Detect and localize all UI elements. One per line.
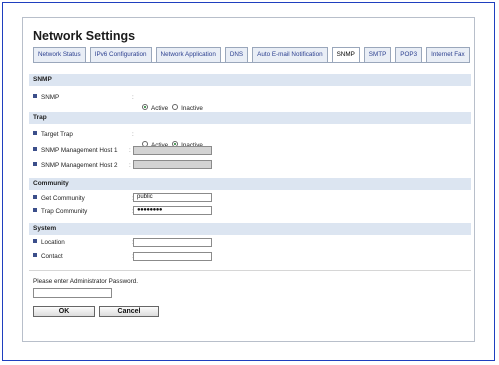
contact-row: Contact : — [33, 251, 134, 262]
password-prompt: Please enter Administrator Password. — [33, 278, 138, 285]
bullet-icon — [33, 94, 37, 99]
snmp-management-host-1-input[interactable] — [133, 146, 212, 155]
host2-label: SNMP Management Host 2 — [41, 162, 118, 169]
tab-smtp[interactable]: SMTP — [363, 47, 392, 63]
section-header-snmp: SNMP — [29, 74, 471, 86]
section-header-system: System — [29, 223, 471, 235]
location-row: Location : — [33, 237, 134, 248]
tab-ipv6-configuration[interactable]: IPv6 Configuration — [89, 47, 152, 63]
cancel-button[interactable]: Cancel — [99, 306, 159, 317]
page-title: Network Settings — [33, 29, 136, 43]
host1-colon: : — [129, 147, 131, 154]
tab-snmp[interactable]: SNMP — [331, 47, 360, 63]
tab-bar: Network Status IPv6 Configuration Networ… — [33, 47, 470, 63]
host2-row: SNMP Management Host 2 : — [33, 160, 131, 171]
section-header-community: Community — [29, 178, 471, 190]
snmp-management-host-2-input[interactable] — [133, 160, 212, 169]
get-community-row: Get Community : — [33, 193, 134, 204]
tab-internet-fax[interactable]: Internet Fax — [426, 47, 470, 63]
snmp-active-label: Active — [151, 105, 169, 112]
contact-label: Contact — [41, 253, 63, 260]
section-header-trap: Trap — [29, 112, 471, 124]
snmp-colon: : — [132, 94, 134, 101]
host2-colon: : — [129, 162, 131, 169]
admin-password-input[interactable] — [33, 288, 112, 298]
tab-underline — [33, 62, 467, 63]
bullet-icon — [33, 239, 37, 244]
target-trap-colon: : — [132, 131, 134, 138]
radio-unselected-icon[interactable] — [172, 104, 179, 111]
divider — [29, 270, 471, 271]
trap-community-label: Trap Community — [41, 208, 88, 215]
location-input[interactable] — [133, 238, 212, 247]
tab-pop3[interactable]: POP3 — [395, 47, 423, 63]
contact-input[interactable] — [133, 252, 212, 261]
host1-label: SNMP Management Host 1 — [41, 147, 118, 154]
radio-selected-icon[interactable] — [142, 104, 148, 111]
tab-network-application[interactable]: Network Application — [155, 47, 221, 63]
get-community-input[interactable]: public — [133, 193, 212, 202]
bullet-icon — [33, 253, 37, 258]
snmp-inactive-label: Inactive — [181, 105, 203, 112]
tab-network-status[interactable]: Network Status — [33, 47, 86, 63]
bullet-icon — [33, 208, 37, 213]
bullet-icon — [33, 131, 37, 136]
trap-community-input[interactable]: ●●●●●●●● — [133, 206, 212, 215]
ok-button[interactable]: OK — [33, 306, 95, 317]
tab-dns[interactable]: DNS — [224, 47, 249, 63]
trap-community-row: Trap Community : — [33, 206, 134, 217]
location-label: Location — [41, 239, 65, 246]
bullet-icon — [33, 162, 37, 167]
host1-row: SNMP Management Host 1 : — [33, 145, 131, 156]
snmp-label: SNMP — [41, 94, 60, 101]
bullet-icon — [33, 195, 37, 200]
bullet-icon — [33, 147, 37, 152]
target-trap-label: Target Trap — [41, 131, 73, 138]
target-trap-row: Target Trap : Active Inactive — [33, 129, 203, 149]
snmp-row: SNMP : Active Inactive — [33, 92, 203, 112]
tab-auto-email-notification[interactable]: Auto E-mail Notification — [252, 47, 328, 63]
get-community-label: Get Community — [41, 195, 85, 202]
